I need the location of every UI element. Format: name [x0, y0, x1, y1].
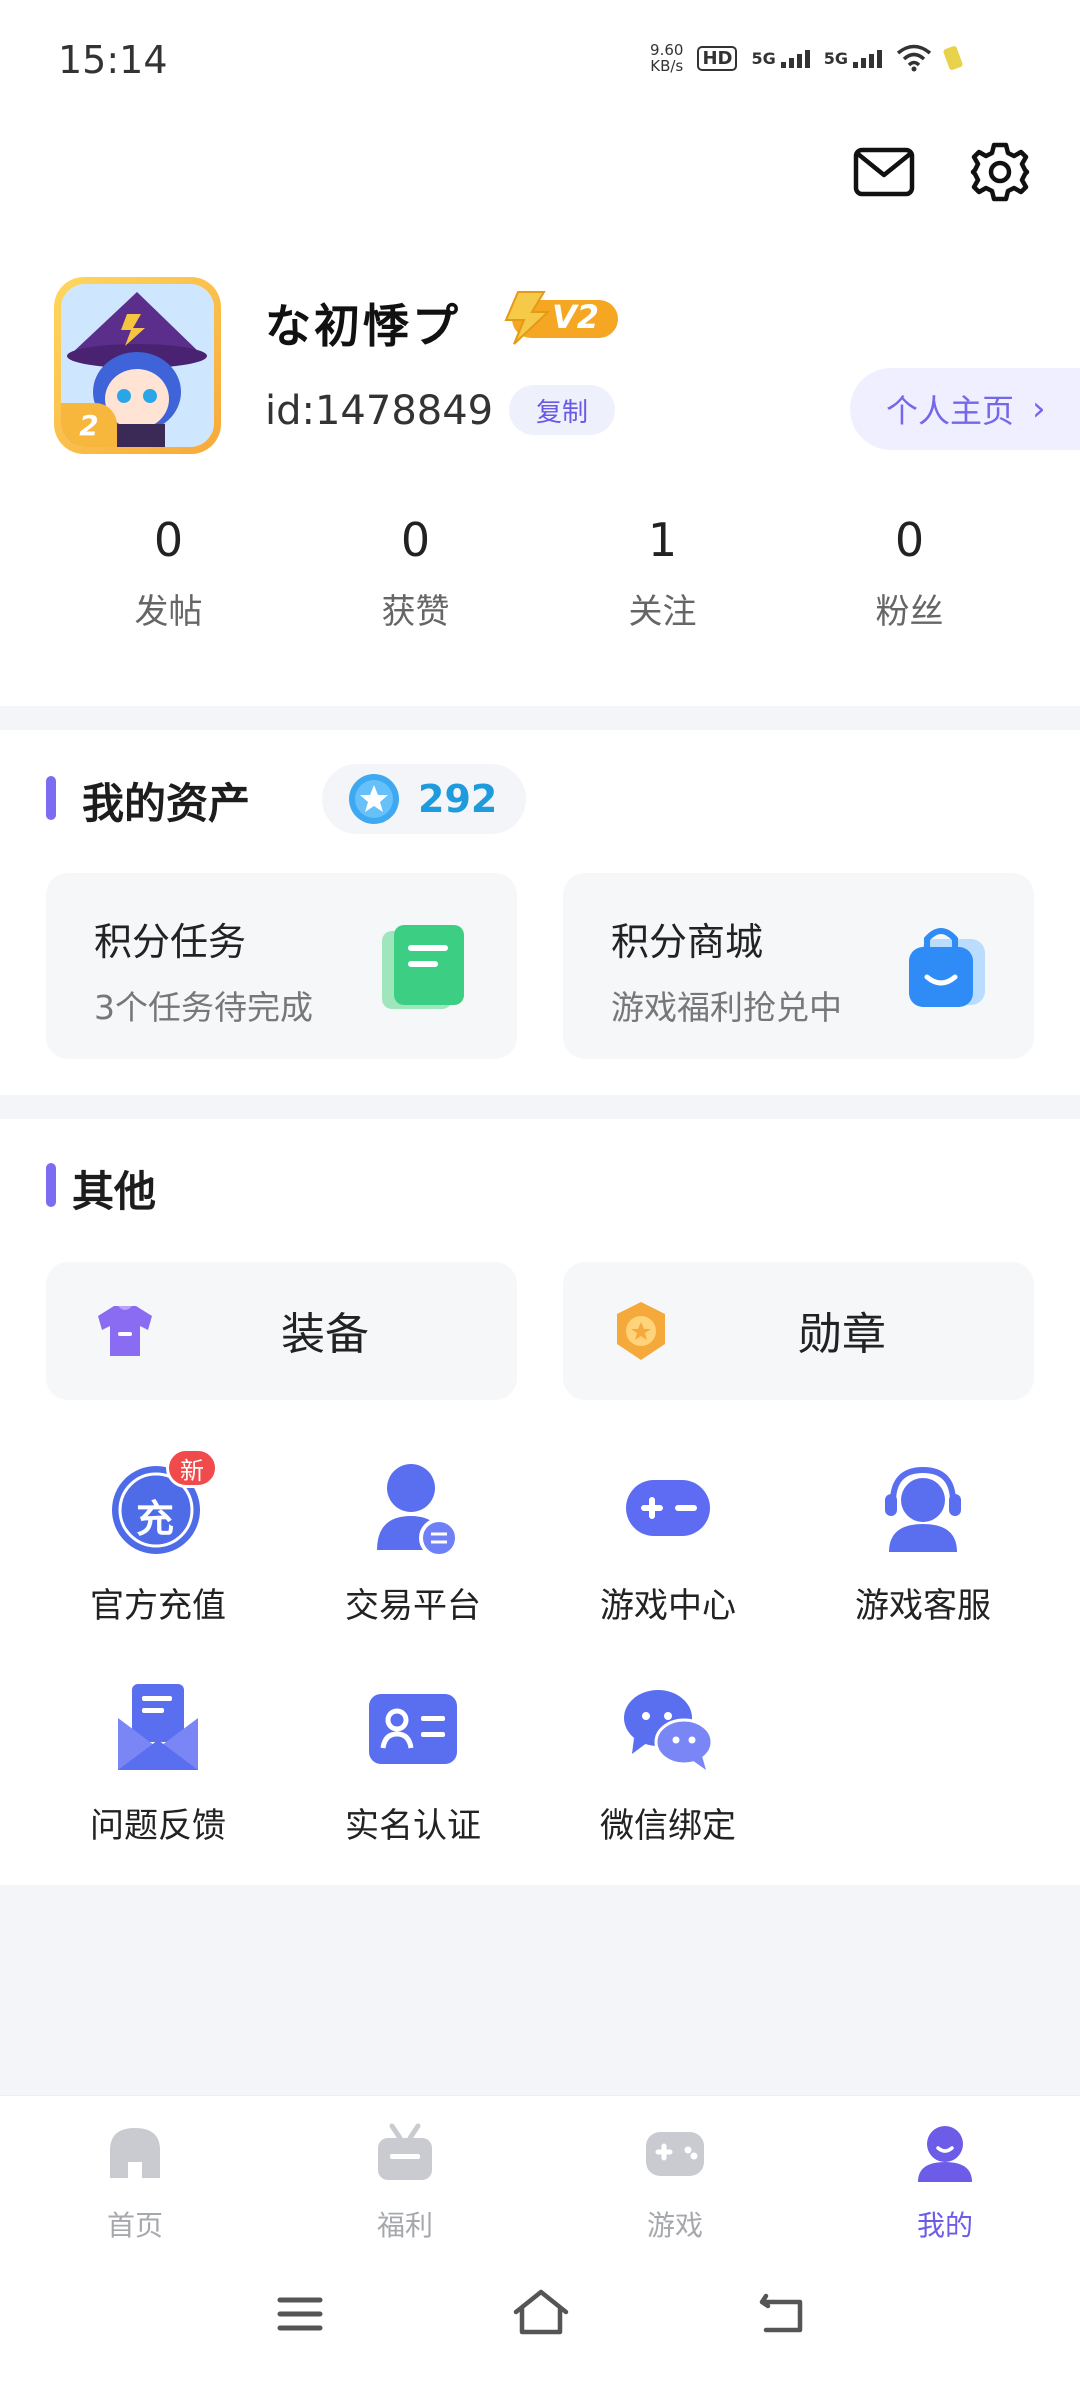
home-icon [110, 2128, 160, 2178]
stat-posts[interactable]: 0 发帖 [45, 510, 292, 633]
wechat-bind-item[interactable]: 微信绑定 [540, 1678, 796, 1847]
vip-badge: V2 [492, 290, 620, 346]
hd-icon: HD [697, 45, 738, 71]
wifi-icon [896, 44, 932, 72]
game-service-item[interactable]: 游戏客服 [795, 1458, 1051, 1627]
nav-welfare[interactable]: 福利 [270, 2096, 540, 2242]
signal-icon-sim1: 5G [751, 49, 810, 68]
net-speed: 9.60 KB/s [650, 41, 684, 75]
real-name-auth-item[interactable]: 实名认证 [285, 1678, 541, 1847]
system-navigation-bar [0, 2240, 1080, 2400]
profile-icon [918, 2126, 972, 2182]
points-balance[interactable]: 292 [322, 764, 526, 834]
equipment-button[interactable]: 装备 [46, 1262, 517, 1400]
official-recharge-item[interactable]: 充 新 官方充值 [30, 1448, 286, 1627]
id-card-icon [363, 1678, 463, 1778]
user-id: id:1478849 [265, 388, 494, 434]
settings-button[interactable] [968, 140, 1032, 204]
page-bottom-background [0, 1885, 1080, 2095]
avatar-level-badge: 2 [79, 408, 99, 442]
chevron-right-icon: › [1032, 389, 1046, 429]
menu-icon[interactable] [276, 2294, 324, 2334]
wechat-icon [618, 1678, 718, 1778]
gear-icon [970, 142, 1030, 202]
nav-home[interactable]: 首页 [0, 2096, 270, 2242]
nav-mine[interactable]: 我的 [810, 2096, 1080, 2242]
section-accent-bar [46, 776, 56, 820]
feedback-item[interactable]: 问题反馈 [30, 1678, 286, 1847]
gamepad-icon [646, 2132, 704, 2176]
recharge-icon: 充 新 [108, 1448, 218, 1558]
username: な初悸プ [265, 299, 461, 353]
stat-fans[interactable]: 0 粉丝 [786, 510, 1033, 633]
game-center-item[interactable]: 游戏中心 [540, 1458, 796, 1627]
system-home-icon[interactable] [512, 2288, 570, 2336]
points-task-card[interactable]: 积分任务 3个任务待完成 [46, 873, 517, 1059]
stat-likes[interactable]: 0 获赞 [292, 510, 539, 633]
status-time: 15:14 [58, 38, 168, 82]
trade-user-icon [363, 1458, 463, 1558]
other-title: 其他 [72, 1167, 157, 1216]
profile-stats: 0 发帖 0 获赞 1 关注 0 粉丝 [0, 510, 1080, 633]
medal-icon [617, 1302, 665, 1360]
battery-icon [942, 45, 964, 71]
back-icon[interactable] [756, 2290, 806, 2336]
section-divider [0, 1095, 1080, 1119]
task-document-icon [382, 925, 464, 1009]
star-coin-icon [349, 774, 399, 824]
personal-homepage-button[interactable]: 个人主页 › [850, 368, 1080, 450]
gamepad-icon [618, 1458, 718, 1558]
section-accent-bar [46, 1163, 56, 1207]
nav-games[interactable]: 游戏 [540, 2096, 810, 2242]
bottom-navigation: 首页 福利 游戏 我的 [0, 2095, 1080, 2242]
feedback-envelope-icon [108, 1678, 208, 1778]
trade-platform-item[interactable]: 交易平台 [285, 1458, 541, 1627]
headset-service-icon [873, 1458, 973, 1558]
mail-icon [853, 147, 915, 197]
avatar[interactable]: 2 [54, 277, 221, 454]
mail-button[interactable] [852, 140, 916, 204]
points-mall-card[interactable]: 积分商城 游戏福利抢兑中 [563, 873, 1034, 1059]
copy-id-button[interactable]: 复制 [509, 385, 615, 435]
assets-title: 我的资产 [82, 779, 251, 828]
new-badge: 新 [166, 1448, 218, 1488]
signal-icon-sim2: 5G [824, 49, 882, 68]
stat-following[interactable]: 1 关注 [539, 510, 786, 633]
status-icons: 9.60 KB/s HD 5G 5G [650, 41, 964, 75]
shopping-bag-icon [909, 928, 985, 1007]
section-divider [0, 706, 1080, 730]
medal-button[interactable]: 勋章 [563, 1262, 1034, 1400]
tshirt-icon [98, 1306, 152, 1356]
gift-tv-icon [378, 2123, 432, 2180]
